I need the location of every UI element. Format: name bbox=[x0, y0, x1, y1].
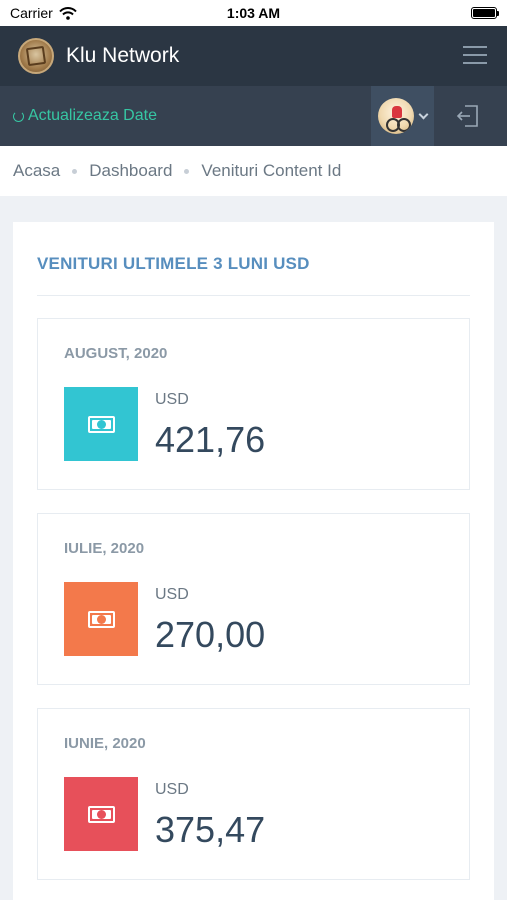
top-navbar: Klu Network bbox=[0, 26, 507, 86]
hamburger-icon[interactable] bbox=[463, 46, 487, 64]
breadcrumb-dashboard[interactable]: Dashboard bbox=[89, 161, 172, 181]
app-title: Klu Network bbox=[66, 44, 180, 67]
carrier-label: Carrier bbox=[10, 5, 53, 21]
status-left: Carrier bbox=[10, 5, 77, 21]
stat-icon-box bbox=[64, 387, 138, 461]
refresh-data-link[interactable]: Actualizeaza Date bbox=[13, 107, 157, 125]
stat-currency: USD bbox=[155, 586, 189, 603]
revenue-portlet: VENITURI ULTIMELE 3 LUNI USD AUGUST, 202… bbox=[13, 222, 494, 900]
stat-icon-box bbox=[64, 777, 138, 851]
stat-card-august: AUGUST, 2020 USD 421,76 bbox=[37, 318, 470, 490]
status-bar: Carrier 1:03 AM bbox=[0, 0, 507, 26]
stat-currency: USD bbox=[155, 391, 189, 408]
portlet-title: VENITURI ULTIMELE 3 LUNI USD bbox=[37, 222, 470, 296]
money-icon bbox=[87, 805, 115, 823]
app-logo[interactable] bbox=[18, 38, 54, 74]
stat-currency: USD bbox=[155, 781, 189, 798]
avatar bbox=[378, 98, 414, 134]
stat-month: IUNIE, 2020 bbox=[64, 735, 146, 752]
stat-icon-box bbox=[64, 582, 138, 656]
sub-navbar: Actualizeaza Date bbox=[0, 86, 507, 146]
user-menu-toggle[interactable] bbox=[371, 86, 434, 146]
stat-card-iunie: IUNIE, 2020 USD 375,47 bbox=[37, 708, 470, 880]
stat-month: AUGUST, 2020 bbox=[64, 345, 168, 362]
refresh-label: Actualizeaza Date bbox=[28, 107, 157, 124]
breadcrumb-home[interactable]: Acasa bbox=[13, 161, 60, 181]
stat-value: 421,76 bbox=[155, 419, 266, 460]
breadcrumb-current: Venituri Content Id bbox=[201, 161, 342, 180]
stat-value: 375,47 bbox=[155, 809, 266, 850]
wifi-icon bbox=[59, 6, 77, 20]
breadcrumb: Acasa Dashboard Venituri Content Id bbox=[0, 146, 507, 196]
logout-icon[interactable] bbox=[455, 103, 481, 129]
stat-value: 270,00 bbox=[155, 614, 266, 655]
breadcrumb-separator bbox=[72, 168, 78, 174]
breadcrumb-separator bbox=[184, 168, 190, 174]
stat-card-iulie: IULIE, 2020 USD 270,00 bbox=[37, 513, 470, 685]
refresh-icon bbox=[13, 110, 24, 122]
chevron-down-icon bbox=[418, 109, 429, 119]
battery-icon bbox=[471, 7, 499, 19]
stat-month: IULIE, 2020 bbox=[64, 540, 145, 557]
money-icon bbox=[87, 610, 115, 628]
money-icon bbox=[87, 415, 115, 433]
